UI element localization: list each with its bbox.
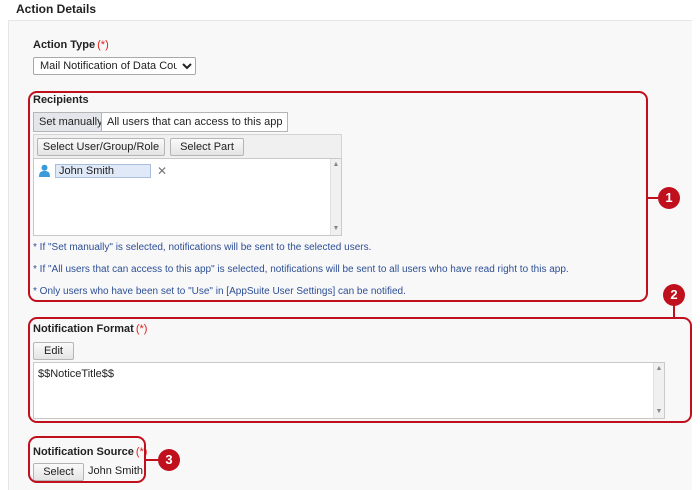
callout-connector [673, 305, 675, 318]
callout-box-notification-format [28, 317, 692, 423]
action-type-select[interactable]: Mail Notification of Data Count [33, 57, 196, 75]
callout-badge-3: 3 [158, 449, 180, 471]
callout-connector [146, 459, 158, 461]
callout-badge-2: 2 [663, 284, 685, 306]
callout-box-recipients [28, 91, 648, 302]
required-mark: (*) [97, 39, 109, 51]
callout-badge-1: 1 [658, 187, 680, 209]
callout-box-notification-source [28, 436, 146, 483]
callout-connector [648, 197, 658, 199]
section-title: Action Details [16, 2, 97, 16]
action-type-label-text: Action Type [33, 39, 96, 51]
action-type-label: Action Type (*) [33, 39, 109, 51]
